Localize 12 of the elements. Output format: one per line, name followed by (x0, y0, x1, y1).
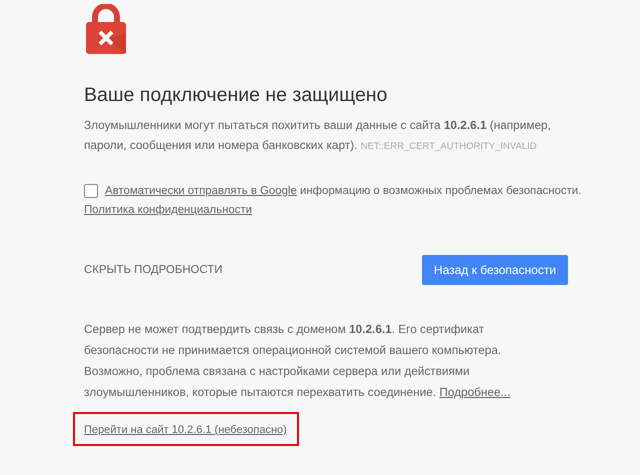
warning-text: Злоумышленники могут пытаться похитить ваши данные с сайта 10.2.6.1 (например, пароли, сообщения или номера банковских карт). NET::ERR_CERT_AUTHORITY_INVALID (84, 117, 552, 154)
page-heading: Ваше подключение не защищено (84, 84, 388, 107)
proceed-link[interactable]: Перейти на сайт 10.2.6.1 (небезопасно) (84, 424, 287, 436)
privacy-link[interactable]: Политика конфиденциальности (84, 204, 252, 216)
back-to-safety-button[interactable]: Назад к безопасности (422, 255, 568, 285)
lock-error-icon (84, 4, 128, 54)
learn-more-link[interactable]: Подробнее... (439, 385, 510, 399)
report-text: Автоматически отправлять в Google информацию о возможных проблемах безопасности. (105, 185, 582, 197)
report-link[interactable]: Автоматически отправлять в Google (105, 185, 297, 197)
report-checkbox[interactable] (84, 184, 98, 198)
hide-details-button[interactable]: СКРЫТЬ ПОДРОБНОСТИ (84, 264, 222, 276)
details-text: Сервер не может подтвердить связь с доменом 10.2.6.1. Его сертификат безопасности не принимается операционной системой вашего компьютера. Возможно, проблема связана с настройками сервера или действиями злоумышленников, которые пытаются перехватить соединение. Подробнее... (84, 321, 512, 401)
